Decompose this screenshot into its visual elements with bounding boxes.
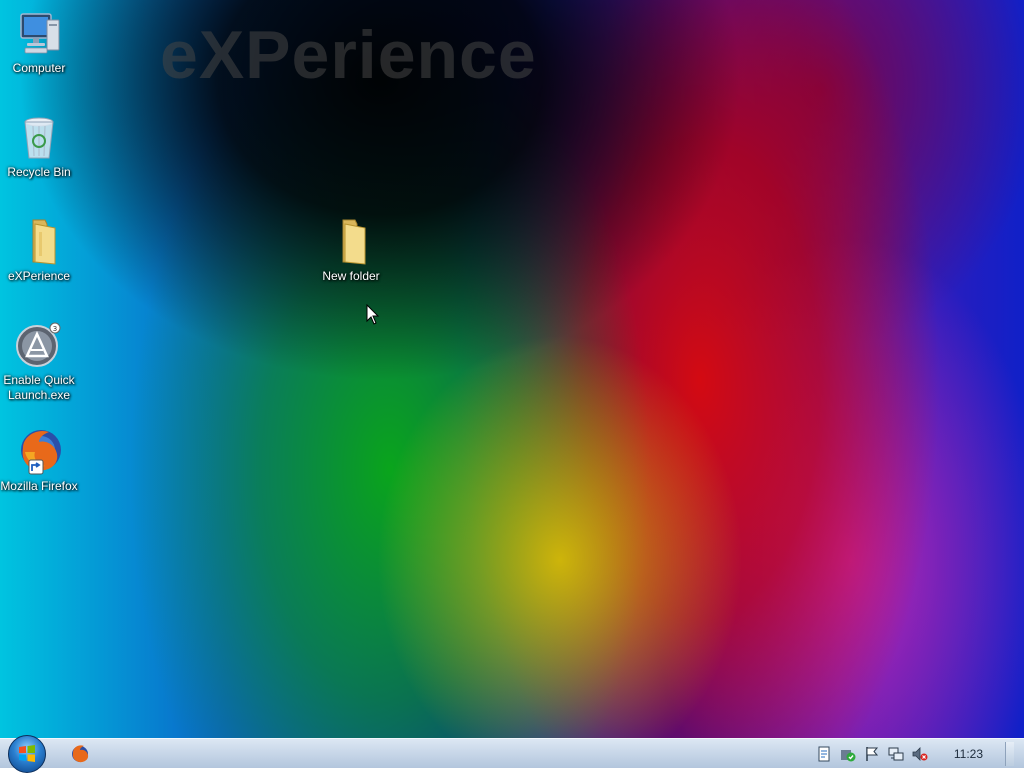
desktop-icon-mozilla-firefox[interactable]: Mozilla Firefox [0, 428, 78, 494]
desktop-icon-recycle-bin[interactable]: Recycle Bin [0, 114, 78, 180]
network-icon[interactable] [888, 746, 904, 762]
recycle-bin-icon [15, 114, 63, 162]
taskbar: 11:23 [0, 735, 1024, 773]
firefox-icon [72, 745, 89, 763]
desktop-icon-label: Enable Quick Launch.exe [3, 373, 75, 402]
taskbar-clock[interactable]: 11:23 [954, 747, 983, 761]
computer-icon [15, 10, 63, 58]
volume-muted-icon[interactable] [912, 746, 928, 762]
desktop-icon-computer[interactable]: Computer [0, 10, 78, 76]
security-icon[interactable] [840, 746, 856, 762]
taskbar-firefox-button[interactable] [70, 744, 90, 764]
desktop-icon-label: New folder [322, 269, 380, 283]
desktop-icon-experience[interactable]: eXPerience [0, 218, 78, 284]
windows-start-orb-icon [19, 745, 35, 762]
folder-icon [327, 218, 375, 266]
desktop-icon-label: eXPerience [7, 269, 71, 283]
document-icon[interactable] [816, 746, 832, 762]
folder-icon [15, 218, 63, 266]
desktop-icon-new-folder[interactable]: New folder [312, 218, 390, 284]
firefox-icon [15, 428, 63, 476]
desktop-icon-enable-quick-launch[interactable]: 3 Enable Quick Launch.exe [0, 322, 78, 403]
wallpaper-watermark: eXPerience [160, 17, 537, 93]
quick-launch-app-icon: 3 [15, 322, 63, 370]
desktop-icon-label: Computer [12, 61, 66, 75]
action-center-flag-icon[interactable] [864, 746, 880, 762]
desktop-icon-label: Recycle Bin [7, 165, 71, 179]
desktop[interactable]: eXPerience Computer Recycle Bin eXPerien… [0, 0, 1024, 738]
system-tray: 11:23 [812, 739, 1014, 769]
show-desktop-button[interactable] [1005, 742, 1014, 766]
desktop-icon-label: Mozilla Firefox [0, 479, 78, 493]
svg-text:3: 3 [53, 325, 57, 333]
start-button[interactable] [8, 735, 46, 773]
mouse-cursor-icon [366, 304, 380, 325]
